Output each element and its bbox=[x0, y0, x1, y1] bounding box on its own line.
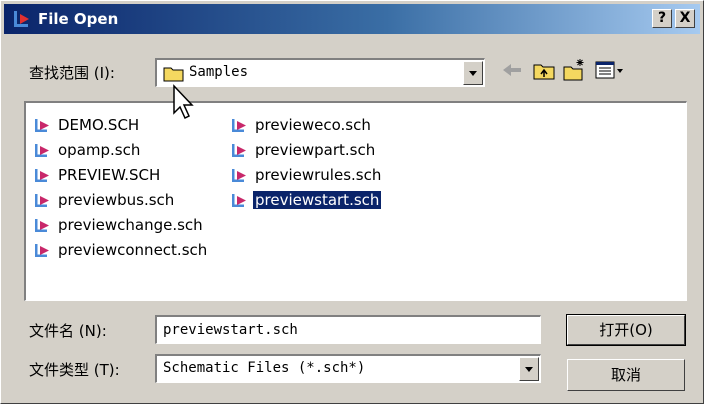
chevron-down-icon[interactable] bbox=[463, 61, 483, 85]
mouse-cursor-icon bbox=[173, 84, 194, 120]
chevron-down-icon[interactable] bbox=[519, 357, 539, 381]
schematic-file-icon bbox=[35, 194, 49, 207]
filetype-value: Schematic Files (*.sch*) bbox=[163, 360, 366, 376]
view-menu-icon[interactable] bbox=[593, 57, 627, 83]
file-name: previewchange.sch bbox=[58, 216, 203, 234]
schematic-file-icon bbox=[35, 169, 49, 182]
file-name: previewpart.sch bbox=[255, 141, 376, 159]
schematic-file-icon bbox=[232, 194, 246, 207]
window-title: File Open bbox=[38, 10, 119, 28]
look-in-label: 查找范围 (I): bbox=[29, 64, 115, 82]
up-folder-icon[interactable] bbox=[531, 57, 557, 83]
close-button[interactable]: X bbox=[675, 9, 695, 28]
file-name: previewbus.sch bbox=[58, 191, 175, 209]
title-bar[interactable]: File Open ? X bbox=[4, 4, 700, 34]
file-open-dialog: File Open ? X 查找范围 (I): Samples DEMO.SCH… bbox=[0, 0, 704, 404]
new-folder-icon[interactable] bbox=[561, 57, 587, 83]
help-button[interactable]: ? bbox=[652, 9, 672, 28]
file-name: previewconnect.sch bbox=[58, 241, 208, 259]
file-name: opamp.sch bbox=[58, 141, 141, 159]
schematic-file-icon bbox=[35, 244, 49, 257]
schematic-file-icon bbox=[35, 144, 49, 157]
open-button[interactable]: 打开(O) bbox=[566, 314, 686, 346]
look-in-dropdown[interactable]: Samples bbox=[155, 58, 485, 87]
back-icon[interactable] bbox=[499, 57, 525, 83]
file-name: DEMO.SCH bbox=[58, 116, 140, 134]
schematic-file-icon bbox=[35, 219, 49, 232]
filetype-label: 文件类型 (T): bbox=[29, 361, 120, 379]
file-name: previewstart.sch bbox=[251, 190, 383, 210]
file-name: previeweco.sch bbox=[255, 116, 371, 134]
filename-label: 文件名 (N): bbox=[29, 322, 107, 340]
schematic-file-icon bbox=[232, 119, 246, 132]
filename-value: previewstart.sch bbox=[163, 322, 298, 338]
folder-icon bbox=[163, 67, 184, 82]
schematic-file-icon bbox=[232, 169, 246, 182]
file-list[interactable]: DEMO.SCH opamp.sch PREVIEW.SCH previewbus.s… bbox=[24, 101, 687, 301]
schematic-file-icon bbox=[232, 144, 246, 157]
filename-input[interactable]: previewstart.sch bbox=[155, 315, 541, 344]
look-in-value: Samples bbox=[189, 64, 249, 80]
file-name: PREVIEW.SCH bbox=[58, 166, 161, 184]
cancel-button[interactable]: 取消 bbox=[567, 359, 685, 391]
app-icon bbox=[14, 11, 29, 27]
schematic-file-icon bbox=[35, 119, 49, 132]
filetype-dropdown[interactable]: Schematic Files (*.sch*) bbox=[155, 354, 541, 383]
file-name: previewrules.sch bbox=[255, 166, 382, 184]
